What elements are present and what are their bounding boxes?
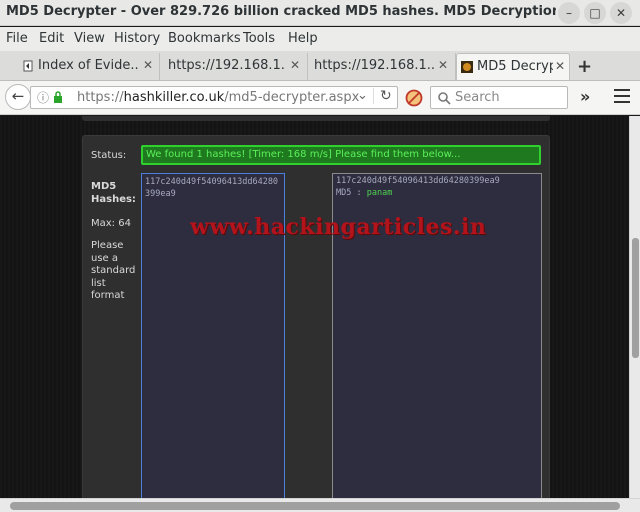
format-help-text: Please use a standard list format [91,240,136,301]
tab-label: MD5 Decrypte... [477,59,553,74]
reload-icon[interactable]: ↻ [373,88,392,104]
vertical-scroll-thumb[interactable] [632,238,639,358]
tab-close-icon[interactable]: ✕ [143,58,153,72]
tab-close-icon[interactable]: ✕ [438,58,448,72]
status-box: We found 1 hashes! [Timer: 168 m/s] Plea… [141,145,541,165]
tab-label: https://192.168.1.... [314,58,434,73]
search-placeholder: Search [455,90,500,105]
url-dropdown-icon[interactable]: ⌄ [357,88,368,103]
tab-https-2[interactable]: https://192.168.1.... ✕ [308,53,456,80]
hashkiller-favicon [461,61,473,73]
menu-help[interactable]: Help [288,31,318,46]
tab-bar: Index of Evide... ✕ https://192.168.1...… [0,51,640,81]
tab-label: Index of Evide... [38,58,138,73]
minimize-button[interactable]: – [558,2,580,24]
output-separator: : [351,188,367,198]
horizontal-scroll-thumb[interactable] [10,502,620,510]
navigation-bar: ⓘ https://hashkiller.co.uk/md5-decrypter… [0,81,640,115]
top-panel-edge [82,116,550,121]
watermark: www.hackingarticles.in [190,214,487,240]
menu-history[interactable]: History [114,31,160,46]
search-icon [438,92,451,105]
new-tab-button[interactable]: + [577,56,592,77]
output-type: MD5 [336,188,352,198]
tab-index-of-evidence[interactable]: Index of Evide... ✕ [18,53,160,80]
vertical-scrollbar[interactable] [629,116,640,498]
menu-bookmarks[interactable]: Bookmarks [168,31,241,46]
tab-label: https://192.168.1.... [168,58,286,73]
maximize-button[interactable]: □ [584,2,606,24]
input-hash-value: 117c240d49f54096413dd64280399ea9 [145,177,279,199]
info-icon[interactable]: ⓘ [37,89,49,106]
url-prefix: https:// [77,90,124,105]
url-text[interactable]: https://hashkiller.co.uk/md5-decrypter.a… [77,90,359,105]
horizontal-scrollbar[interactable] [0,498,640,512]
hamburger-menu-icon[interactable] [614,89,630,103]
search-box[interactable]: Search [430,86,568,109]
close-window-button[interactable]: ✕ [610,2,632,24]
tab-md5-decrypter[interactable]: MD5 Decrypte... ✕ [456,53,570,80]
tab-close-icon[interactable]: ✕ [555,59,565,73]
tab-https-1[interactable]: https://192.168.1.... ✕ [160,53,308,80]
back-button[interactable]: ← [5,84,31,110]
menu-view[interactable]: View [74,31,105,46]
status-label: Status: [91,150,127,161]
window-titlebar: MD5 Decrypter - Over 829.726 billion cra… [0,0,640,26]
output-result-line: MD5 : panam [336,188,392,198]
page-icon [23,60,33,72]
menu-tools[interactable]: Tools [243,31,275,46]
md5-hashes-label: MD5 Hashes: [91,181,136,205]
window-title: MD5 Decrypter - Over 829.726 billion cra… [6,4,556,19]
menu-file[interactable]: File [6,31,28,46]
page-content: Status: We found 1 hashes! [Timer: 168 m… [0,116,629,498]
noscript-icon[interactable] [405,89,423,107]
max-label: Max: 64 [91,218,131,229]
menu-edit[interactable]: Edit [39,31,64,46]
url-bar[interactable]: ⓘ https://hashkiller.co.uk/md5-decrypter… [30,86,398,109]
url-host: hashkiller.co.uk [123,90,225,105]
decrypter-panel: Status: We found 1 hashes! [Timer: 168 m… [82,135,550,498]
status-message: We found 1 hashes! [Timer: 168 m/s] Plea… [146,149,461,160]
lock-icon [54,91,62,103]
toolbar-overflow-button[interactable]: » [580,87,590,106]
url-path: /md5-decrypter.aspx [224,90,360,105]
output-hash-value: 117c240d49f54096413dd64280399ea9 [336,176,500,186]
output-plaintext: panam [366,188,393,198]
menu-bar: File Edit View History Bookmarks Tools H… [0,27,640,51]
tab-close-icon[interactable]: ✕ [290,58,300,72]
